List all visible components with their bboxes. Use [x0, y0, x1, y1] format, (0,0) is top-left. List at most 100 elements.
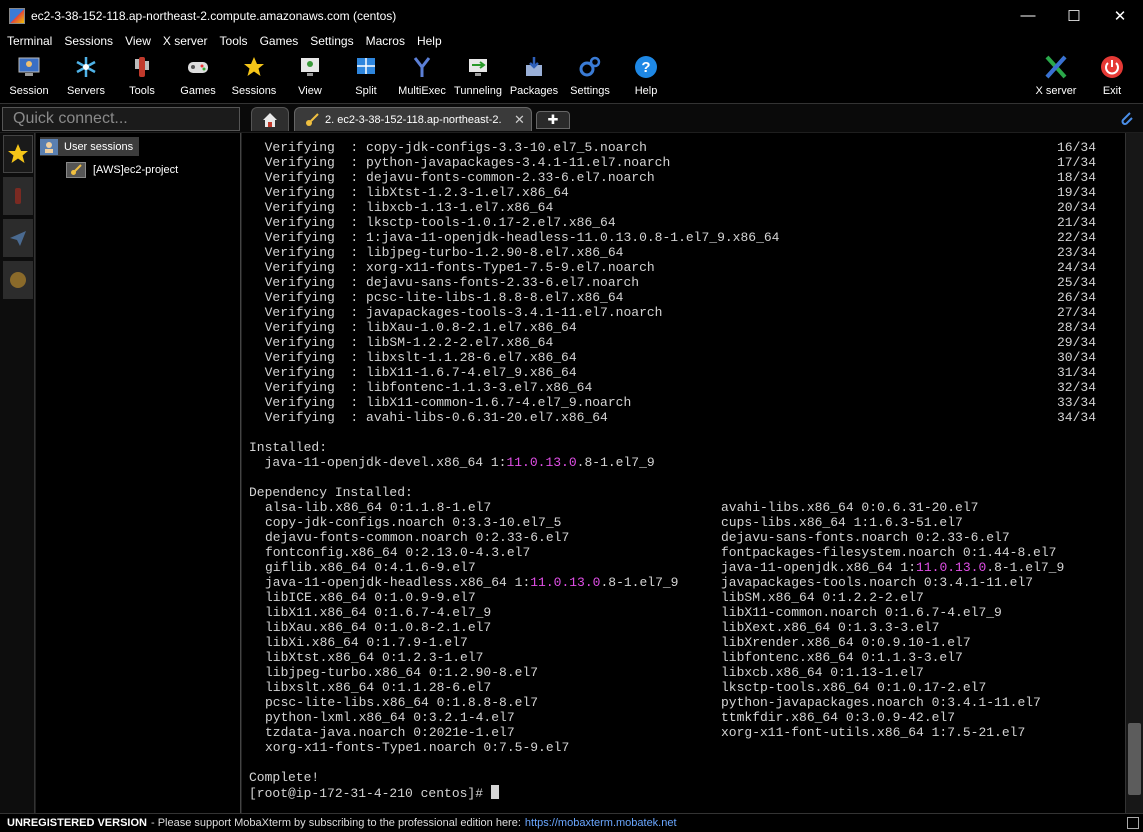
- dependency-line-right: libxcb.x86_64 0:1.13-1.el7: [721, 665, 924, 680]
- verifying-package: Verifying : javapackages-tools-3.4.1-11.…: [249, 305, 663, 320]
- package-text: libXi.x86_64 0:1.7.9-1.el7: [265, 635, 468, 650]
- menu-games[interactable]: Games: [260, 34, 299, 48]
- package-text: javapackages-tools.noarch 0:3.4.1-11.el7: [721, 575, 1034, 590]
- verifying-line: Verifying : libX11-1.6.7-4.el7_9.x86_64 3…: [249, 365, 1096, 380]
- quick-connect-input[interactable]: Quick connect...: [2, 107, 240, 131]
- dependency-line-right: ttmkfdir.x86_64 0:3.0.9-42.el7: [721, 710, 955, 725]
- package-text: libXext.x86_64 0:1.3.3-3.el7: [721, 620, 940, 635]
- tunneling-icon: [465, 54, 491, 80]
- toolbar-sessions-button[interactable]: Sessions: [226, 51, 282, 103]
- tools-tab[interactable]: [3, 177, 33, 215]
- verifying-progress: 34/34: [1057, 410, 1097, 425]
- toolbar-help-button[interactable]: ? Help: [618, 51, 674, 103]
- verifying-package: Verifying : pcsc-lite-libs-1.8.8-8.el7.x…: [249, 290, 624, 305]
- menu-help[interactable]: Help: [417, 34, 442, 48]
- package-text: xorg-x11-fonts-Type1.noarch 0:7.5-9.el7: [265, 740, 570, 755]
- toolbar-view-button[interactable]: View: [282, 51, 338, 103]
- installed-header: Installed:: [249, 440, 327, 455]
- dependency-line-left: libjpeg-turbo.x86_64 0:1.2.90-8.el7: [265, 665, 538, 680]
- tab-close-button[interactable]: ✕: [514, 112, 525, 128]
- menu-x-server[interactable]: X server: [163, 34, 208, 48]
- verifying-package: Verifying : dejavu-sans-fonts-2.33-6.el7…: [249, 275, 640, 290]
- globe-icon: [10, 272, 26, 288]
- dependency-line-right: libSM.x86_64 0:1.2.2-2.el7: [721, 590, 924, 605]
- paperclip-icon[interactable]: [1119, 110, 1135, 130]
- sftp-tab[interactable]: [3, 261, 33, 299]
- menu-view[interactable]: View: [125, 34, 151, 48]
- verifying-package: Verifying : libxslt-1.1.28-6.el7.x86_64: [249, 350, 577, 365]
- verifying-package: Verifying : libSM-1.2.2-2.el7.x86_64: [249, 335, 554, 350]
- verifying-package: Verifying : dejavu-fonts-common-2.33-6.e…: [249, 170, 655, 185]
- resize-grip-icon[interactable]: [1127, 817, 1139, 829]
- installed-line: java-11-openjdk-devel.x86_64 1:11.0.13.0…: [249, 455, 655, 470]
- home-tab[interactable]: [251, 107, 289, 131]
- package-text: ttmkfdir.x86_64 0:3.0.9-42.el7: [721, 710, 956, 725]
- verifying-line: Verifying : avahi-libs-0.6.31-20.el7.x86…: [249, 410, 1096, 425]
- verifying-progress: 16/34: [1057, 140, 1097, 155]
- dependency-line-right: java-11-openjdk.x86_64 1:11.0.13.0.8-1.e…: [721, 560, 1064, 575]
- verifying-package: Verifying : libjpeg-turbo-1.2.90-8.el7.x…: [249, 245, 624, 260]
- verifying-progress: 28/34: [1057, 320, 1097, 335]
- dependency-line-right: libXext.x86_64 0:1.3.3-3.el7: [721, 620, 939, 635]
- package-text: .8-1.el7_9: [986, 560, 1065, 575]
- verifying-line: Verifying : 1:java-11-openjdk-headless-1…: [249, 230, 1096, 245]
- toolbar-tunneling-button[interactable]: Tunneling: [450, 51, 506, 103]
- key-icon: [66, 162, 86, 178]
- toolbar-session-button[interactable]: Session: [1, 51, 57, 103]
- verifying-package: Verifying : xorg-x11-fonts-Type1-7.5-9.e…: [249, 260, 655, 275]
- mobaxterm-link[interactable]: https://mobaxterm.mobatek.net: [525, 817, 677, 829]
- dependency-line-right: dejavu-sans-fonts.noarch 0:2.33-6.el7: [721, 530, 1010, 545]
- session-item-aws-ec2-project[interactable]: [AWS]ec2-project: [66, 162, 178, 178]
- dependency-line-right: fontpackages-filesystem.noarch 0:1.44-8.…: [721, 545, 1056, 560]
- menu-macros[interactable]: Macros: [366, 34, 405, 48]
- verifying-line: Verifying : libjpeg-turbo-1.2.90-8.el7.x…: [249, 245, 1096, 260]
- svg-text:?: ?: [641, 59, 650, 76]
- package-text: libXau.x86_64 0:1.0.8-2.1.el7: [265, 620, 492, 635]
- verifying-package: Verifying : python-javapackages-3.4.1-11…: [249, 155, 671, 170]
- session-tab-active[interactable]: 2. ec2-3-38-152-118.ap-northeast-2. ✕: [294, 107, 532, 131]
- main-toolbar: Session Servers Tools Games Sessions Vie…: [0, 51, 1143, 103]
- dependency-line-left: libICE.x86_64 0:1.0.9-9.el7: [265, 590, 476, 605]
- terminal-output[interactable]: Verifying : copy-jdk-configs-3.3-10.el7_…: [242, 133, 1125, 813]
- menu-sessions[interactable]: Sessions: [64, 34, 113, 48]
- dependency-line-right: libXrender.x86_64 0:0.9.10-1.el7: [721, 635, 971, 650]
- scrollbar-thumb[interactable]: [1128, 723, 1141, 795]
- highlighted-version: 11.0.13.0: [530, 575, 601, 590]
- package-text: dejavu-sans-fonts.noarch 0:2.33-6.el7: [721, 530, 1010, 545]
- menu-settings[interactable]: Settings: [310, 34, 353, 48]
- package-text: libICE.x86_64 0:1.0.9-9.el7: [265, 590, 476, 605]
- verifying-line: Verifying : xorg-x11-fonts-Type1-7.5-9.e…: [249, 260, 1096, 275]
- minimize-button[interactable]: —: [1005, 0, 1051, 31]
- maximize-button[interactable]: ☐: [1051, 0, 1097, 31]
- toolbar-exit-button[interactable]: Exit: [1084, 51, 1140, 103]
- toolbar-servers-button[interactable]: Servers: [58, 51, 114, 103]
- package-text: libXrender.x86_64 0:0.9.10-1.el7: [721, 635, 971, 650]
- package-text: python-javapackages.noarch 0:3.4.1-11.el…: [721, 695, 1041, 710]
- close-window-button[interactable]: ✕: [1097, 0, 1143, 31]
- key-icon: [306, 112, 319, 126]
- user-sessions-folder[interactable]: User sessions: [40, 137, 140, 156]
- package-text: lksctp-tools.x86_64 0:1.0.17-2.el7: [721, 680, 987, 695]
- verifying-progress: 23/34: [1057, 245, 1097, 260]
- toolbar-tools-button[interactable]: Tools: [114, 51, 170, 103]
- package-text: .8-1.el7_9: [600, 575, 679, 590]
- toolbar-split-button[interactable]: Split: [338, 51, 394, 103]
- complete-line: Complete!: [249, 770, 319, 785]
- toolbar-multiexec-button[interactable]: MultiExec: [394, 51, 450, 103]
- sessions-star-tab[interactable]: [3, 135, 33, 173]
- session-tab-label: 2. ec2-3-38-152-118.ap-northeast-2.: [325, 113, 502, 126]
- toolbar-settings-button[interactable]: Settings: [562, 51, 618, 103]
- package-text: tzdata-java.noarch 0:2021e-1.el7: [265, 725, 515, 740]
- toolbar-games-button[interactable]: Games: [170, 51, 226, 103]
- highlighted-version: 11.0.13.0: [506, 455, 577, 470]
- package-text: avahi-libs.x86_64 0:0.6.31-20.el7: [721, 500, 979, 515]
- dependency-line-left: libXau.x86_64 0:1.0.8-2.1.el7: [265, 620, 491, 635]
- verifying-line: Verifying : javapackages-tools-3.4.1-11.…: [249, 305, 1096, 320]
- new-tab-button[interactable]: ✚: [536, 111, 570, 129]
- menu-terminal[interactable]: Terminal: [7, 34, 52, 48]
- terminal-scrollbar[interactable]: [1125, 133, 1143, 813]
- macros-tab[interactable]: [3, 219, 33, 257]
- toolbar-packages-button[interactable]: Packages: [506, 51, 562, 103]
- toolbar-x-server-button[interactable]: X server: [1028, 51, 1084, 103]
- menu-tools[interactable]: Tools: [220, 34, 248, 48]
